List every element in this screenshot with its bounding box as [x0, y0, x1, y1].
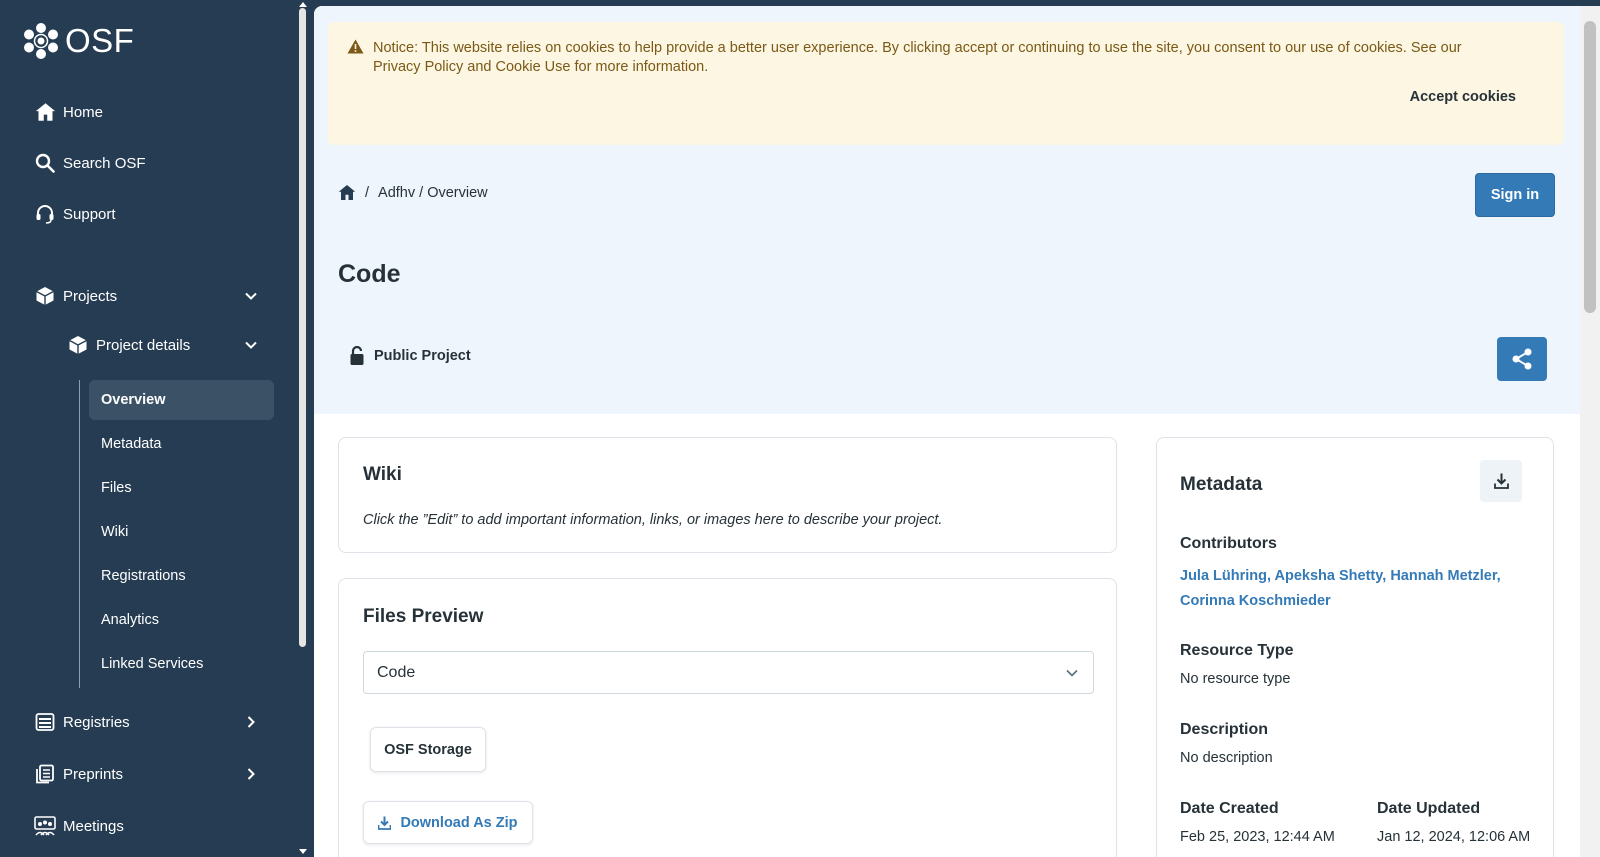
home-icon — [34, 101, 56, 123]
sign-in-button[interactable]: Sign in — [1475, 173, 1555, 217]
breadcrumb: / Adfhv / Overview — [338, 184, 488, 201]
sidebar-item-metadata[interactable]: Metadata — [89, 424, 274, 464]
project-header: Notice: This website relies on cookies t… — [314, 6, 1580, 414]
wiki-description: Click the ”Edit” to add important inform… — [363, 512, 943, 528]
chevron-down-icon — [1066, 669, 1078, 677]
osf-storage-button[interactable]: OSF Storage — [370, 727, 486, 772]
accept-cookies-button[interactable]: Accept cookies — [1410, 88, 1516, 107]
sidebar-item-registrations[interactable]: Registrations — [89, 556, 274, 596]
sidebar-item-meetings[interactable]: Meetings — [34, 815, 124, 837]
subnav-divider — [79, 380, 80, 688]
main-scrollbar[interactable] — [1580, 6, 1600, 857]
sidebar-item-preprints[interactable]: Preprints — [34, 763, 264, 785]
visibility-label: Public Project — [374, 348, 471, 364]
cookie-banner: Notice: This website relies on cookies t… — [328, 22, 1564, 145]
select-value: Code — [377, 663, 416, 681]
sidebar-item-label: Home — [63, 103, 104, 121]
contributor-link[interactable]: Apeksha Shetty, — [1275, 568, 1387, 584]
wiki-title: Wiki — [363, 464, 402, 485]
sidebar-item-label: Preprints — [63, 765, 124, 783]
files-preview-card: Files Preview Code OSF Storage Download … — [338, 578, 1117, 857]
resource-type-label: Resource Type — [1180, 642, 1294, 659]
cube-icon — [34, 285, 56, 307]
metadata-title: Metadata — [1180, 474, 1263, 495]
cookie-message: Notice: This website relies on cookies t… — [373, 40, 1462, 75]
meetings-icon — [34, 815, 56, 837]
sidebar-scrollbar[interactable] — [299, 0, 307, 857]
contributors-list: Jula Lühring, Apeksha Shetty, Hannah Met… — [1180, 564, 1520, 614]
description-value: No description — [1180, 750, 1273, 766]
unlock-icon — [350, 346, 364, 365]
sidebar-item-label: Project details — [96, 336, 191, 354]
sidebar-item-label: Search OSF — [63, 154, 146, 172]
osf-logo-icon — [24, 23, 58, 59]
download-zip-button[interactable]: Download As Zip — [363, 801, 533, 844]
scroll-up-arrow-icon[interactable] — [299, 1, 307, 7]
wiki-card: Wiki Click the ”Edit” to add important i… — [338, 437, 1117, 553]
resource-type-value: No resource type — [1180, 671, 1291, 687]
download-icon — [378, 816, 392, 830]
home-icon[interactable] — [338, 184, 356, 201]
logo-text: OSF — [65, 22, 135, 59]
visibility-status: Public Project — [349, 346, 471, 366]
download-icon — [1493, 473, 1509, 489]
sidebar-item-label: Meetings — [63, 817, 124, 835]
preprints-icon — [34, 763, 56, 785]
main-scrollbar-thumb[interactable] — [1584, 21, 1596, 313]
files-preview-title: Files Preview — [363, 606, 484, 627]
chevron-down-icon[interactable] — [244, 338, 258, 352]
contributor-link[interactable]: Hannah Metzler, — [1390, 568, 1500, 584]
warning-icon — [347, 39, 364, 54]
cube-icon — [67, 334, 89, 356]
download-metadata-button[interactable] — [1480, 460, 1522, 502]
date-created-value: Feb 25, 2023, 12:44 AM — [1180, 829, 1335, 845]
chevron-down-icon[interactable] — [244, 289, 258, 303]
date-updated-label: Date Updated — [1377, 800, 1481, 817]
sidebar-item-label: Projects — [63, 287, 118, 305]
breadcrumb-path[interactable]: Adfhv / Overview — [378, 185, 488, 201]
sidebar-item-projects[interactable]: Projects — [34, 285, 264, 307]
description-label: Description — [1180, 721, 1269, 738]
sidebar-item-label: Support — [63, 205, 116, 223]
contributor-link[interactable]: Corinna Koschmieder — [1180, 593, 1331, 609]
chevron-right-icon[interactable] — [244, 715, 258, 729]
registries-icon — [34, 711, 56, 733]
chevron-right-icon[interactable] — [244, 767, 258, 781]
date-updated-value: Jan 12, 2024, 12:06 AM — [1377, 829, 1531, 845]
contributors-label: Contributors — [1180, 535, 1277, 552]
sidebar-item-files[interactable]: Files — [89, 468, 274, 508]
breadcrumb-separator: / — [365, 184, 370, 201]
sidebar-item-wiki[interactable]: Wiki — [89, 512, 274, 552]
page-title: Code — [338, 260, 401, 288]
search-icon — [34, 152, 56, 174]
sidebar-item-analytics[interactable]: Analytics — [89, 600, 274, 640]
download-zip-label: Download As Zip — [400, 814, 518, 831]
sidebar-item-home[interactable]: Home — [34, 101, 103, 123]
date-created-label: Date Created — [1180, 800, 1279, 817]
sidebar-scrollbar-thumb[interactable] — [299, 8, 306, 647]
osf-logo[interactable]: OSF — [23, 22, 134, 60]
headset-icon — [34, 203, 56, 225]
contributor-link[interactable]: Jula Lühring, — [1180, 568, 1271, 584]
main-content: Notice: This website relies on cookies t… — [314, 6, 1580, 857]
sidebar-item-project-details[interactable]: Project details — [67, 334, 264, 356]
sidebar-item-search[interactable]: Search OSF — [34, 152, 146, 174]
metadata-card: Metadata Contributors Jula Lühring, Apek… — [1156, 437, 1554, 857]
share-icon — [1512, 348, 1532, 370]
sidebar-item-label: Registries — [63, 713, 130, 731]
sidebar-item-support[interactable]: Support — [34, 203, 116, 225]
sidebar: OSF Home Search OSF Support Projects Pro… — [0, 0, 300, 857]
sidebar-item-overview[interactable]: Overview — [89, 380, 274, 420]
sidebar-item-registries[interactable]: Registries — [34, 711, 264, 733]
sidebar-item-linked-services[interactable]: Linked Services — [89, 644, 274, 684]
scroll-down-arrow-icon[interactable] — [299, 849, 307, 855]
files-component-select[interactable]: Code — [363, 651, 1094, 694]
share-button[interactable] — [1497, 337, 1547, 381]
